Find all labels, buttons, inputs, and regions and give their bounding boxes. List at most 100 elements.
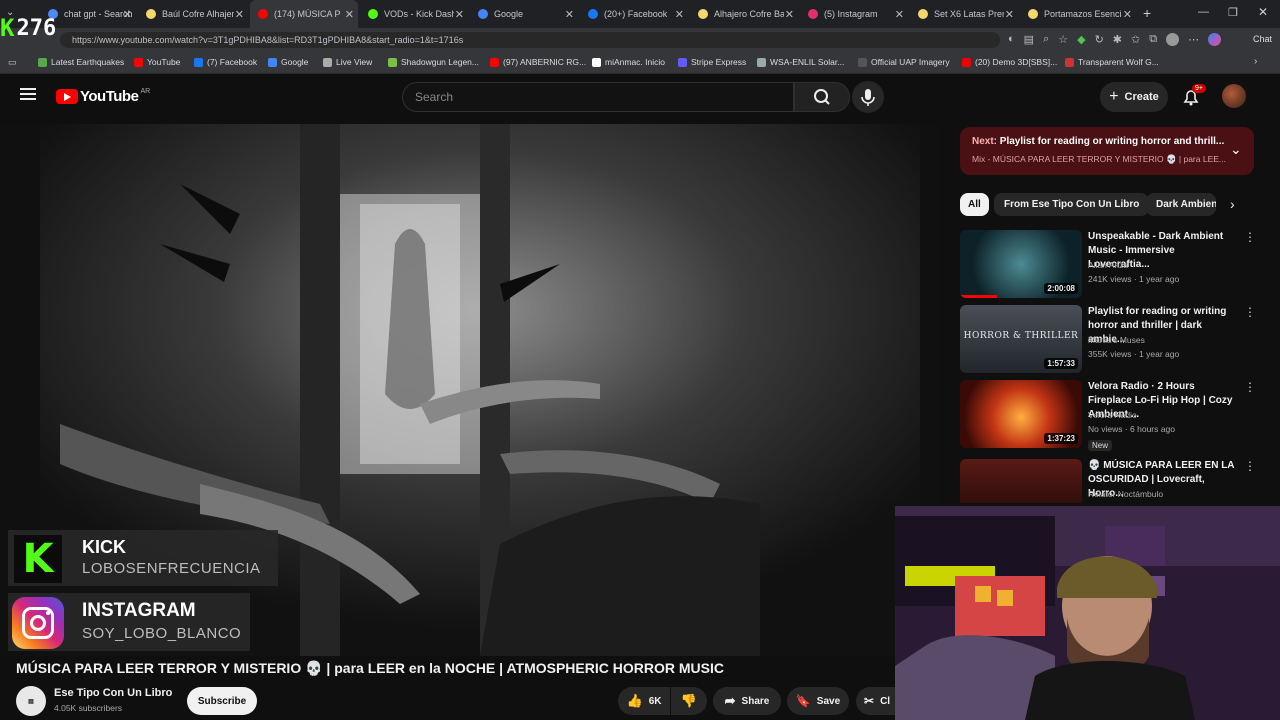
recommended-channel-name[interactable]: Velora Radio	[1088, 410, 1137, 420]
recommended-video[interactable]: HORROR & THRILLER 1:57:33 Playlist for rea…	[960, 305, 1260, 377]
notifications-button[interactable]: 9+	[1180, 84, 1206, 108]
recommended-video[interactable]: 2:00:08 Unspeakable - Dark Ambient Music …	[960, 230, 1260, 302]
video-thumbnail[interactable]	[960, 459, 1082, 503]
bookmark-item[interactable]: WSA-ENLIL Solar...	[757, 57, 844, 67]
channel-avatar[interactable]: ▤	[16, 686, 46, 716]
country-code: AR	[140, 88, 151, 95]
create-button[interactable]: + Create	[1100, 82, 1168, 112]
translate-icon[interactable]: ◐	[1008, 33, 1015, 46]
bookmark-item[interactable]: Transparent Wolf G...	[1065, 57, 1159, 67]
bookmark-item[interactable]: Latest Earthquakes	[38, 57, 124, 67]
browser-tab[interactable]: (174) MÚSICA P ✕	[250, 0, 358, 28]
channel-name[interactable]: Ese Tipo Con Un Libro	[54, 687, 172, 699]
tab-title: Set X6 Latas Premiu	[934, 9, 1004, 19]
microphone-icon	[861, 89, 875, 106]
bookmark-item[interactable]: (7) Facebook	[194, 57, 257, 67]
like-button[interactable]: 👍 6K	[618, 687, 670, 715]
reader-icon[interactable]: ▤	[1024, 33, 1034, 46]
browser-tab[interactable]: (5) Instagram ✕	[800, 0, 908, 28]
tab-close-icon[interactable]: ✕	[565, 8, 574, 21]
browser-tab[interactable]: Baúl Cofre Alhajero ✕	[138, 0, 248, 28]
bookmark-item[interactable]: Stripe Express	[678, 57, 746, 67]
more-actions-icon[interactable]: ⋮	[1244, 380, 1256, 394]
refresh-icon[interactable]: ↻	[1095, 33, 1104, 46]
search-input[interactable]: Search	[402, 82, 794, 112]
filter-chip[interactable]: Dark Ambien	[1146, 193, 1216, 216]
next-up-banner[interactable]: Next: Playlist for reading or writing ho…	[960, 127, 1254, 175]
more-actions-icon[interactable]: ⋮	[1244, 305, 1256, 319]
video-thumbnail[interactable]: 2:00:08	[960, 230, 1082, 298]
clip-button[interactable]: ✂ Cl	[856, 687, 896, 715]
browser-tab[interactable]: (20+) Facebook ✕	[580, 0, 688, 28]
recommended-channel-name[interactable]: Relator Noctámbulo	[1088, 489, 1163, 499]
youtube-wordmark: YouTube	[80, 88, 139, 105]
expand-chevron-icon[interactable]: ⌄	[1230, 141, 1242, 158]
tab-close-icon[interactable]: ✕	[785, 8, 794, 21]
minimize-button[interactable]: —	[1198, 6, 1209, 18]
browser-tab[interactable]: Alhajero Cofre Baul✕	[690, 0, 798, 28]
tab-title: Alhajero Cofre Baul	[714, 9, 784, 19]
chips-next-arrow-icon[interactable]: ›	[1230, 196, 1235, 212]
copilot-icon[interactable]	[1208, 33, 1222, 46]
more-actions-icon[interactable]: ⋮	[1244, 230, 1256, 244]
filter-chip[interactable]: From Ese Tipo Con Un Libro	[994, 193, 1150, 216]
tab-close-icon[interactable]: ✕	[123, 8, 132, 21]
bookmark-item[interactable]: (20) Demo 3D[SBS]...	[962, 57, 1057, 67]
profile-avatar-icon[interactable]	[1166, 33, 1180, 46]
voice-search-button[interactable]	[852, 81, 884, 113]
recommended-video[interactable]: 💀 MÚSICA PARA LEER EN LA OSCURIDAD | Lov…	[960, 459, 1260, 503]
tab-close-icon[interactable]: ✕	[235, 8, 244, 21]
bookmark-item[interactable]: Official UAP Imagery	[858, 57, 950, 67]
tab-close-icon[interactable]: ✕	[895, 8, 904, 21]
bookmark-star-icon[interactable]: ☆	[1058, 33, 1068, 46]
bookmark-item[interactable]: miAnmac. Inicio	[592, 57, 665, 67]
tab-close-icon[interactable]: ✕	[1005, 8, 1014, 21]
bookmark-label: Official UAP Imagery	[871, 57, 950, 67]
browser-tab[interactable]: Google ✕	[470, 0, 578, 28]
recommended-channel-name[interactable]: Allan Ariza	[1088, 260, 1128, 270]
hamburger-menu-icon[interactable]	[20, 88, 36, 100]
tab-close-icon[interactable]: ✕	[1123, 8, 1132, 21]
recommended-channel-name[interactable]: Martia's Muses	[1088, 335, 1145, 345]
more-actions-icon[interactable]: ⋮	[1244, 459, 1256, 473]
zoom-icon[interactable]: ⌕	[1043, 33, 1049, 46]
bookmark-item[interactable]: Live View	[323, 57, 372, 67]
save-button[interactable]: 🔖 Save	[787, 687, 849, 715]
browser-tab[interactable]: Set X6 Latas Premiu✕	[910, 0, 1018, 28]
tab-title: Baúl Cofre Alhajero	[162, 9, 234, 19]
browser-tab[interactable]: Portamazos Esencial ✕	[1020, 0, 1136, 28]
url-field[interactable]: https://www.youtube.com/watch?v=3T1gPDHI…	[60, 32, 1000, 48]
extension-puzzle-icon[interactable]: ✱	[1113, 33, 1122, 46]
subscribe-button[interactable]: Subscribe	[187, 687, 257, 715]
dislike-button[interactable]: 👎	[671, 687, 707, 715]
video-thumbnail[interactable]: 1:37:23	[960, 380, 1082, 448]
share-button[interactable]: ➦ Share	[713, 687, 781, 715]
filter-chip[interactable]: All	[960, 193, 989, 216]
recommended-video-meta: 241K views · 1 year ago	[1088, 274, 1180, 284]
chat-label[interactable]: Chat	[1253, 34, 1272, 44]
youtube-logo[interactable]: YouTube AR	[56, 88, 150, 105]
extension-green-icon[interactable]: ◆	[1077, 33, 1085, 46]
bookmark-item[interactable]: YouTube	[134, 57, 180, 67]
close-window-button[interactable]: ✕	[1258, 5, 1268, 19]
user-avatar[interactable]	[1222, 84, 1246, 108]
video-thumbnail[interactable]: HORROR & THRILLER 1:57:33	[960, 305, 1082, 373]
bookmark-item[interactable]: Shadowgun Legen...	[388, 57, 479, 67]
collections-icon[interactable]: ⧉	[1149, 33, 1157, 46]
maximize-button[interactable]: ❐	[1228, 6, 1238, 19]
video-duration: 1:57:33	[1044, 358, 1078, 369]
tab-close-icon[interactable]: ✕	[345, 8, 354, 21]
recommended-video[interactable]: 1:37:23 Velora Radio · 2 Hours Fireplace …	[960, 380, 1260, 452]
bookmarks-folder-icon[interactable]: ▭	[8, 57, 17, 68]
browser-tab[interactable]: VODs - Kick Dashbo✕	[360, 0, 468, 28]
menu-dots-icon[interactable]: ⋯	[1188, 33, 1199, 46]
bookmarks-overflow-icon[interactable]: ›	[1254, 56, 1257, 67]
search-button[interactable]	[794, 82, 850, 112]
bookmark-favicon-icon	[757, 57, 766, 67]
tab-close-icon[interactable]: ✕	[675, 8, 684, 21]
bookmark-item[interactable]: Google	[268, 57, 308, 67]
new-tab-button[interactable]: +	[1143, 5, 1151, 21]
favorites-icon[interactable]: ✩	[1131, 33, 1140, 46]
tab-close-icon[interactable]: ✕	[455, 8, 464, 21]
bookmark-item[interactable]: (97) ANBERNIC RG...	[490, 57, 586, 67]
